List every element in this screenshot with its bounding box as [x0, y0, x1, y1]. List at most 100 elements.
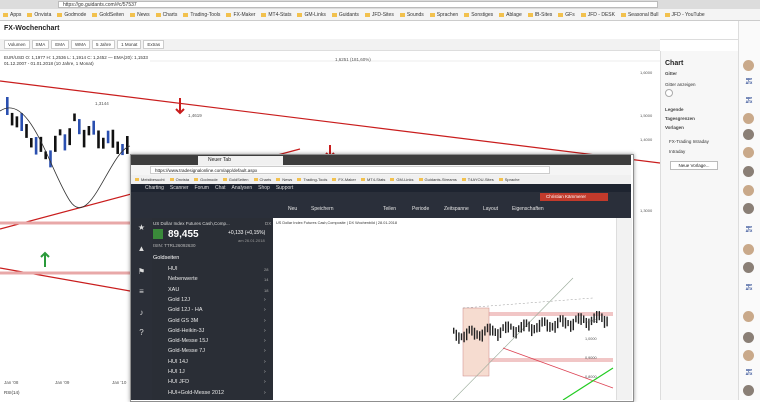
user-badge[interactable]: Christian Kämmerer — [540, 193, 608, 201]
inner-bookmark-item[interactable]: Guidants-Streams — [419, 177, 457, 182]
bookmark-item[interactable]: JFD - DESK — [581, 12, 615, 18]
share-button[interactable]: Teilen — [383, 206, 396, 212]
avatar[interactable] — [743, 185, 754, 196]
save-button[interactable]: Speichern — [311, 206, 334, 212]
avatar[interactable] — [743, 311, 754, 322]
watchlist-item[interactable]: HUI 1J — [168, 369, 185, 375]
inner-bookmark-item[interactable]: Onvista — [170, 177, 190, 182]
section-gitter[interactable]: Gitter — [665, 71, 677, 76]
menu-item[interactable]: Scanner — [170, 185, 189, 191]
inner-bookmark-item[interactable]: GoldSeiten — [223, 177, 249, 182]
inner-bookmark-item[interactable]: GM-Links — [390, 177, 413, 182]
bookmark-item[interactable]: Godmode — [57, 12, 86, 18]
watchlist-item[interactable]: Gold-Messe 7J — [168, 348, 205, 354]
flag-icon[interactable]: ⚑ — [137, 267, 146, 276]
bookmark-item[interactable]: Trading-Tools — [183, 12, 220, 18]
new-button[interactable]: Neu — [288, 206, 297, 212]
toolbar-button[interactable]: 5 Jahre — [92, 40, 116, 49]
bookmark-item[interactable]: Apps — [3, 12, 21, 18]
bookmark-item[interactable]: GoldSeiten — [92, 12, 124, 18]
menu-item[interactable]: Chat — [215, 185, 226, 191]
timespan-button[interactable]: Zeitspanne — [444, 206, 469, 212]
watchlist-item[interactable]: HUI — [168, 266, 177, 272]
avatar[interactable] — [743, 350, 754, 361]
gitter-radio[interactable] — [665, 89, 673, 97]
avatar[interactable] — [743, 113, 754, 124]
template-item-1[interactable]: FX-Trading Intraday — [669, 139, 709, 144]
avatar[interactable] — [743, 332, 754, 343]
inner-bookmark-item[interactable]: News — [276, 177, 292, 182]
watchlist-item[interactable]: XAU — [168, 287, 179, 293]
watchlist-item[interactable]: Gold-Heikin-3J — [168, 328, 204, 334]
menu-item[interactable]: Charting — [145, 185, 164, 191]
bookmark-item[interactable]: JFD - YouTube — [665, 12, 705, 18]
bookmark-item[interactable]: IB-Sites — [528, 12, 553, 18]
toolbar-button[interactable]: 1 Monat — [117, 40, 142, 49]
watchlist-item[interactable]: Gold 12J - HA — [168, 307, 203, 313]
layout-button[interactable]: Layout — [483, 206, 498, 212]
toolbar-button[interactable]: Volumen — [4, 40, 30, 49]
watchlist-item[interactable]: Nebenwerte — [168, 276, 198, 282]
new-template-button[interactable]: Neue Vorlage... — [670, 161, 718, 170]
avatar[interactable] — [743, 147, 754, 158]
watchlist-item[interactable]: Gold GS 3M — [168, 318, 198, 324]
toolbar-button[interactable]: EMA — [51, 40, 70, 49]
inner-bookmark-item[interactable]: Meistbesucht — [135, 177, 165, 182]
section-tagesgrenzen[interactable]: Tagesgrenzen — [665, 116, 695, 121]
avatar[interactable] — [743, 166, 754, 177]
inner-bookmark-item[interactable]: Charts — [254, 177, 272, 182]
bookmark-item[interactable]: Onvista — [27, 12, 51, 18]
avatar[interactable] — [743, 385, 754, 396]
menu-item[interactable]: Forum — [195, 185, 209, 191]
toolbar-button[interactable]: WMA — [71, 40, 91, 49]
bookmark-item[interactable]: JFD-Sites — [365, 12, 394, 18]
inner-bookmark-item[interactable]: Godmode — [194, 177, 218, 182]
bookmark-item[interactable]: MT4-Stats — [261, 12, 291, 18]
avatar[interactable] — [743, 60, 754, 71]
bookmark-item[interactable]: FX-Maker — [226, 12, 255, 18]
bookmark-item[interactable]: Sonstiges — [464, 12, 493, 18]
menu-item[interactable]: Shop — [258, 185, 270, 191]
star-icon[interactable]: ★ — [137, 223, 146, 232]
help-icon[interactable]: ? — [137, 328, 146, 337]
watchlist-item[interactable]: Gold 12J — [168, 297, 190, 303]
list-icon[interactable]: ≡ — [137, 287, 146, 296]
watchlist-group[interactable]: Goldseiten — [153, 255, 179, 261]
inner-bookmark-item[interactable]: T4AYOU-Sites — [462, 177, 494, 182]
watchlist-item[interactable]: HUI JFD — [168, 379, 189, 385]
section-vorlagen[interactable]: Vorlagen — [665, 125, 684, 130]
bookmark-item[interactable]: Sprachen — [430, 12, 458, 18]
bookmark-item[interactable]: Charts — [156, 12, 178, 18]
avatar[interactable] — [743, 262, 754, 273]
watchlist-item[interactable]: HUI 14J — [168, 359, 188, 365]
bookmark-item[interactable]: Sounds — [400, 12, 424, 18]
template-item-2[interactable]: Intraday — [669, 149, 685, 154]
inner-bookmark-item[interactable]: Sprache — [499, 177, 520, 182]
bookmark-item[interactable]: GFs — [558, 12, 574, 18]
menu-item[interactable]: Support — [276, 185, 294, 191]
inner-bookmark-item[interactable]: FX-Maker — [332, 177, 356, 182]
toolbar-button[interactable]: SMA — [31, 40, 50, 49]
bell-icon[interactable]: ♪ — [137, 308, 146, 317]
bookmark-item[interactable]: Seasonal Bull — [621, 12, 659, 18]
inner-bookmark-item[interactable]: MT4-Stats — [361, 177, 385, 182]
watchlist-item[interactable]: Gold-Messe 15J — [168, 338, 208, 344]
avatar[interactable] — [743, 129, 754, 140]
bookmark-item[interactable]: GM-Links — [297, 12, 325, 18]
inner-chart[interactable] — [273, 218, 616, 401]
section-legende[interactable]: Legende — [665, 107, 684, 112]
bookmark-item[interactable]: News — [130, 12, 150, 18]
menu-item[interactable]: Analysen — [232, 185, 253, 191]
toolbar-button[interactable]: Extras — [143, 40, 165, 49]
address-bar[interactable]: https://go.guidants.com/#c/57537 — [58, 1, 658, 8]
inner-tab[interactable]: Neuer Tab — [198, 156, 283, 165]
watchlist-item[interactable]: HUI+Gold-Messe 2012 — [168, 390, 224, 396]
chart-icon[interactable]: ▲ — [137, 244, 146, 253]
period-button[interactable]: Periode — [412, 206, 429, 212]
avatar[interactable] — [743, 203, 754, 214]
bookmark-item[interactable]: Ablage — [499, 12, 522, 18]
inner-bookmark-item[interactable]: Trading-Tools — [297, 177, 327, 182]
avatar[interactable] — [743, 244, 754, 255]
inner-address-bar[interactable]: https://www.tradesignalonline.com/app/de… — [150, 166, 550, 174]
properties-button[interactable]: Eigenschaften — [512, 206, 544, 212]
